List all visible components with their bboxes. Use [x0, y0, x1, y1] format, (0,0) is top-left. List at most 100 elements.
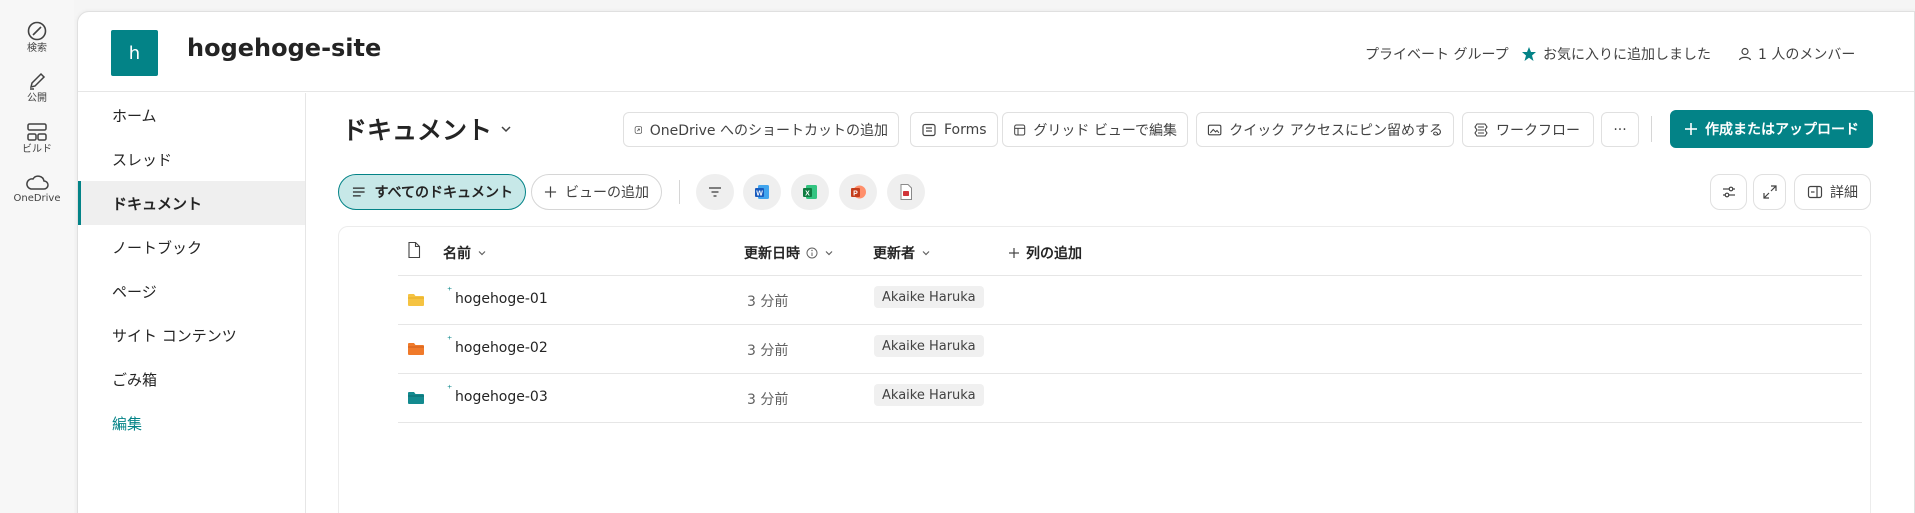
powerpoint-icon: P: [851, 185, 866, 199]
modified-by-person[interactable]: Akaike Haruka: [874, 384, 984, 406]
nav-item-documents[interactable]: ドキュメント: [78, 181, 305, 225]
excel-filter-button[interactable]: X: [791, 174, 829, 210]
all-documents-view[interactable]: すべてのドキュメント: [338, 174, 526, 210]
nav-edit-link[interactable]: 編集: [78, 401, 305, 445]
create-upload-button[interactable]: 作成またはアップロード: [1670, 110, 1873, 148]
excel-icon: X: [803, 185, 817, 199]
site-logo[interactable]: h: [111, 30, 158, 76]
svg-text:X: X: [805, 190, 810, 197]
modified-by-person[interactable]: Akaike Haruka: [874, 286, 984, 308]
list-icon: [352, 187, 365, 197]
new-item-icon: ⁺: [447, 286, 453, 297]
table-row[interactable]: ⁺ hogehoge-01 3 分前 Akaike Haruka: [398, 275, 1862, 324]
table-row[interactable]: ⁺ hogehoge-03 3 分前 Akaike Haruka: [398, 373, 1862, 422]
file-name[interactable]: hogehoge-02: [455, 340, 548, 356]
grid-icon: [1014, 123, 1026, 136]
rail-build-label: ビルド: [22, 144, 52, 155]
file-name[interactable]: hogehoge-03: [455, 389, 548, 405]
privacy-label: プライベート グループ: [1365, 44, 1509, 64]
all-documents-label: すべてのドキュメント: [374, 185, 513, 201]
folder-shape: [408, 294, 424, 306]
powerpoint-filter-button[interactable]: P: [839, 174, 877, 210]
folder-shape: [408, 343, 424, 355]
nav-item-notebook[interactable]: ノートブック: [78, 225, 305, 269]
plus-icon: [1009, 248, 1019, 258]
details-pane-icon: [1807, 185, 1823, 199]
svg-text:P: P: [853, 190, 858, 197]
rail-search[interactable]: 検索: [0, 20, 74, 55]
modified-by-person[interactable]: Akaike Haruka: [874, 335, 984, 357]
onedrive-shortcut-button[interactable]: OneDrive へのショートカットの追加: [623, 112, 899, 147]
add-column-button[interactable]: 列の追加: [1008, 243, 1082, 263]
forms-button[interactable]: Forms: [910, 112, 998, 147]
more-commands-button[interactable]: ···: [1601, 112, 1639, 147]
pdf-filter-button[interactable]: [887, 174, 925, 210]
chevron-down-icon: [922, 251, 930, 256]
privacy-text: プライベート グループ: [1365, 47, 1509, 63]
details-label: 詳細: [1830, 185, 1858, 201]
add-view-button[interactable]: ビューの追加: [531, 174, 662, 210]
nav-item-threads[interactable]: スレッド: [78, 137, 305, 181]
file-name[interactable]: hogehoge-01: [455, 291, 548, 307]
star-icon: [1522, 47, 1536, 61]
plus-icon: [544, 186, 557, 198]
forms-label: Forms: [944, 121, 987, 138]
modified-date: 3 分前: [747, 294, 789, 310]
rail-publish[interactable]: 公開: [0, 70, 74, 105]
sliders-icon: [1722, 186, 1735, 198]
grid-edit-button[interactable]: グリッド ビューで編集: [1002, 112, 1188, 147]
favorite-label: お気に入りに追加しました: [1543, 47, 1711, 63]
library-title: ドキュメント: [342, 116, 493, 145]
pin-image-icon: [1207, 124, 1222, 135]
rail-build[interactable]: ビルド: [0, 121, 74, 156]
pin-quick-access-button[interactable]: クイック アクセスにピン留めする: [1196, 112, 1454, 147]
expand-button[interactable]: [1753, 174, 1786, 210]
filter-icon: [709, 187, 721, 197]
grid-edit-label: グリッド ビューで編集: [1033, 122, 1177, 139]
workflow-button[interactable]: ワークフロー: [1462, 112, 1594, 147]
app-rail: 検索 公開 ビルド OneDrive: [0, 0, 74, 513]
nav-item-site-contents[interactable]: サイト コンテンツ: [78, 313, 305, 357]
new-item-icon: ⁺: [447, 335, 453, 346]
workflow-label: ワークフロー: [1496, 122, 1580, 139]
site-header: h hogehoge-site プライベート グループ お気に入りに追加しました…: [78, 12, 1914, 92]
folder-icon: [408, 392, 424, 404]
person-icon: [1738, 47, 1752, 61]
library-title-button[interactable]: ドキュメント: [342, 111, 512, 147]
file-type-header-icon[interactable]: [407, 241, 421, 259]
rail-onedrive[interactable]: OneDrive: [0, 172, 74, 205]
forms-icon: [922, 123, 936, 136]
nav-item-home[interactable]: ホーム: [78, 93, 305, 137]
word-icon: W: [755, 185, 769, 199]
column-name-header[interactable]: 名前: [443, 243, 487, 263]
rail-onedrive-label: OneDrive: [13, 193, 61, 204]
table-bottom-divider: [398, 422, 1862, 423]
view-options-button[interactable]: [1710, 174, 1747, 210]
pen-icon: [29, 72, 46, 90]
svg-text:W: W: [756, 190, 763, 197]
cloud-icon: [26, 175, 49, 190]
expand-icon: [1762, 185, 1777, 199]
onedrive-shortcut-label: OneDrive へのショートカットの追加: [649, 122, 888, 139]
column-modified-by-header[interactable]: 更新者: [873, 243, 931, 263]
new-item-icon: ⁺: [447, 384, 453, 395]
column-modified-header[interactable]: 更新日時: [744, 243, 834, 263]
chevron-down-icon: [825, 251, 833, 256]
members-button[interactable]: 1 人のメンバー: [1738, 44, 1855, 64]
pin-quick-access-label: クイック アクセスにピン留めする: [1229, 122, 1443, 139]
favorite-button[interactable]: お気に入りに追加しました: [1521, 44, 1711, 64]
chevron-down-icon: [478, 251, 486, 256]
nav-item-pages[interactable]: ページ: [78, 269, 305, 313]
details-button[interactable]: 詳細: [1794, 174, 1871, 210]
pdf-icon: [900, 184, 912, 200]
workflow-icon: [1474, 122, 1488, 137]
word-filter-button[interactable]: W: [743, 174, 781, 210]
nav-item-recycle-bin[interactable]: ごみ箱: [78, 357, 305, 401]
rail-publish-label: 公開: [27, 93, 47, 104]
column-modified-label: 更新日時: [744, 246, 800, 262]
plus-icon: [1685, 123, 1697, 135]
table-row[interactable]: ⁺ hogehoge-02 3 分前 Akaike Haruka: [398, 324, 1862, 373]
filter-button[interactable]: [696, 174, 734, 210]
shortcut-icon: [634, 125, 642, 134]
site-title[interactable]: hogehoge-site: [187, 34, 381, 62]
